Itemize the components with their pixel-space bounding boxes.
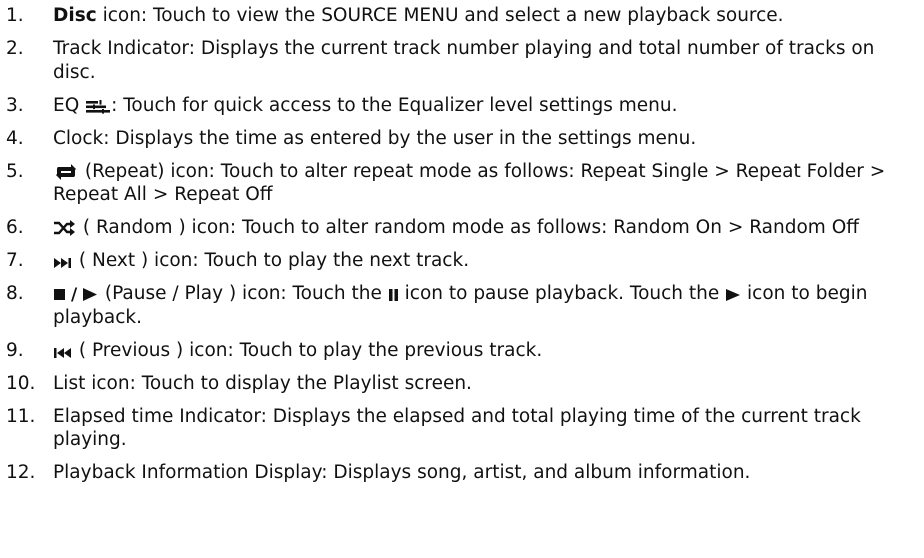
- repeat-icon: [54, 163, 78, 180]
- item-number: 9.: [6, 339, 24, 361]
- item-number: 8.: [6, 283, 24, 304]
- item-text: / (Pause / Play ) icon: Touch the icon t…: [53, 282, 924, 329]
- item-description: : Touch for quick access to the Equalize…: [111, 94, 678, 116]
- item-number: 6.: [6, 217, 24, 238]
- item-description-2: icon to pause playback. Touch the: [398, 283, 726, 304]
- list-item: 5. (Repeat) icon: Touch to alter repeat …: [0, 160, 924, 207]
- list-item: 11. Elapsed time Indicator: Displays the…: [0, 405, 924, 452]
- list-item: 9. ( Previous ) icon: Touch to play the …: [0, 339, 924, 363]
- play-icon: [726, 288, 741, 302]
- list-item: 7. ( Next ) icon: Touch to play the next…: [0, 249, 924, 273]
- item-description: ( Random ) icon: Touch to alter random m…: [77, 217, 859, 238]
- previous-icon: [54, 347, 72, 359]
- list-item: 6. ( Random ) icon: Touch to alter rando…: [0, 216, 924, 240]
- item-description: icon: Touch to view the SOURCE MENU and …: [96, 5, 784, 26]
- item-text: ( Previous ) icon: Touch to play the pre…: [53, 339, 924, 363]
- item-number: 1.: [6, 5, 24, 26]
- list-item: 1. Disc icon: Touch to view the SOURCE M…: [0, 4, 924, 28]
- list-item: 3. EQ : Touch for quick access to the Eq…: [0, 94, 924, 118]
- next-icon: [54, 257, 72, 269]
- disc-label: Disc: [53, 5, 97, 26]
- item-number: 10.: [6, 372, 36, 394]
- manual-page: 1. Disc icon: Touch to view the SOURCE M…: [0, 0, 924, 558]
- item-text: Disc icon: Touch to view the SOURCE MENU…: [53, 4, 924, 28]
- random-icon: [54, 220, 76, 236]
- item-number: 11.: [6, 405, 36, 427]
- item-description: ( Previous ) icon: Touch to play the pre…: [73, 339, 543, 361]
- list-item: 4. Clock: Displays the time as entered b…: [0, 127, 924, 151]
- item-text: Elapsed time Indicator: Displays the ela…: [53, 405, 861, 451]
- item-text: ( Random ) icon: Touch to alter random m…: [53, 216, 924, 240]
- item-text: Track Indicator: Displays the current tr…: [53, 38, 875, 83]
- item-number: 2.: [6, 38, 24, 59]
- item-text: Clock: Displays the time as entered by t…: [53, 127, 697, 149]
- item-text: Playback Information Display: Displays s…: [53, 462, 751, 483]
- item-text: ( Next ) icon: Touch to play the next tr…: [53, 249, 924, 273]
- list-item: 2. Track Indicator: Displays the current…: [0, 37, 924, 84]
- svg-text:/: /: [71, 286, 78, 302]
- item-text: EQ : Touch for quick access to the Equal…: [53, 94, 924, 118]
- pause-play-icon: /: [54, 286, 98, 302]
- item-number: 7.: [6, 250, 24, 271]
- item-number: 5.: [6, 160, 24, 182]
- eq-icon: [86, 99, 111, 114]
- item-description: (Pause / Play ) icon: Touch the: [99, 283, 388, 304]
- item-prefix: EQ: [53, 94, 86, 116]
- item-description: ( Next ) icon: Touch to play the next tr…: [73, 250, 470, 271]
- item-text: (Repeat) icon: Touch to alter repeat mod…: [53, 160, 924, 207]
- pause-icon: [388, 288, 398, 302]
- item-number: 4.: [6, 127, 24, 149]
- list-item: 10. List icon: Touch to display the Play…: [0, 372, 924, 396]
- item-description: (Repeat) icon: Touch to alter repeat mod…: [53, 160, 886, 206]
- item-text: List icon: Touch to display the Playlist…: [53, 372, 472, 394]
- item-number: 3.: [6, 94, 24, 116]
- list-item: 8. / (Pause / Play ) icon: Touch the ico…: [0, 282, 924, 329]
- list-item: 12. Playback Information Display: Displa…: [0, 461, 924, 485]
- item-number: 12.: [6, 462, 36, 483]
